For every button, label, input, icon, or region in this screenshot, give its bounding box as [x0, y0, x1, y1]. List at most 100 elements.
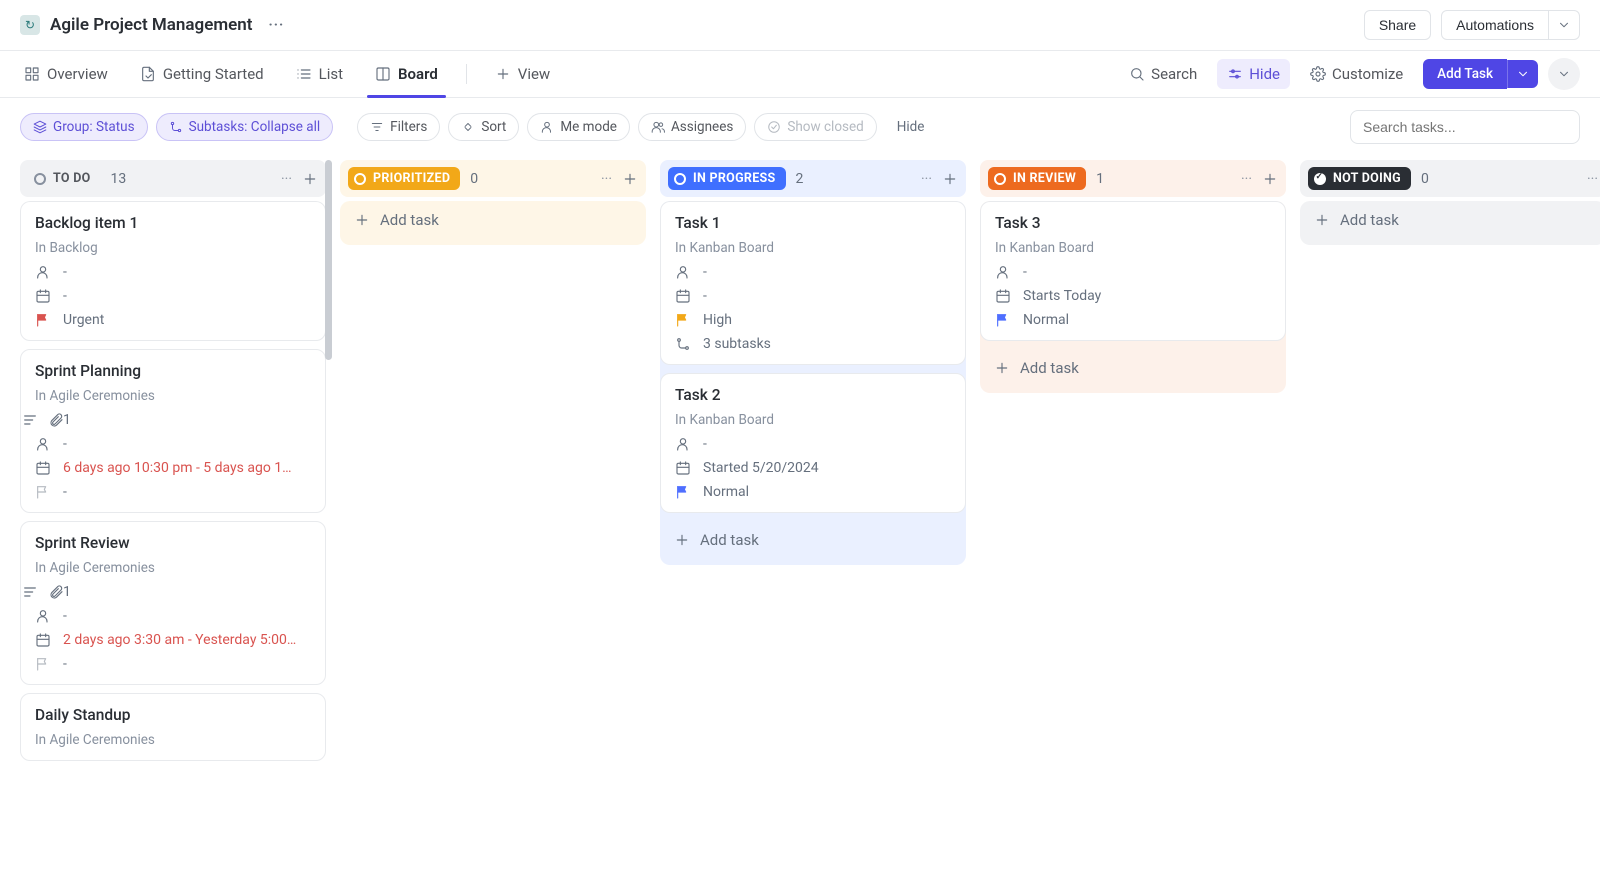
card-row-user: -: [35, 608, 311, 624]
column-more-icon[interactable]: ···: [1241, 171, 1252, 187]
card-row-flag: -: [35, 484, 311, 500]
card-title: Task 3: [995, 214, 1271, 232]
row-text: Starts Today: [1023, 288, 1101, 304]
column-header: TO DO13···: [20, 160, 326, 197]
column-add-icon[interactable]: [622, 171, 638, 187]
task-card[interactable]: Task 2In Kanban Board-Started 5/20/2024N…: [660, 373, 966, 513]
add-task-dropdown[interactable]: [1507, 60, 1538, 88]
share-button[interactable]: Share: [1364, 10, 1431, 40]
column-prio: PRIORITIZED0···Add task: [340, 160, 646, 864]
search-input[interactable]: [1350, 110, 1580, 144]
column-more-icon[interactable]: ···: [281, 171, 292, 187]
task-card[interactable]: Daily StandupIn Agile Ceremonies: [20, 693, 326, 761]
column-rev: IN REVIEW1···Task 3In Kanban Board-Start…: [980, 160, 1286, 864]
label: Customize: [1332, 65, 1403, 83]
board-icon: [375, 66, 391, 82]
hide-toggle[interactable]: Hide: [1217, 59, 1290, 89]
cal-icon: [995, 288, 1011, 304]
column-body: Task 1In Kanban Board--High3 subtasksTas…: [660, 201, 966, 565]
chip-show-closed[interactable]: Show closed: [754, 113, 876, 141]
column-add-icon[interactable]: [1262, 171, 1278, 187]
row-text: 2 days ago 3:30 am - Yesterday 5:00…: [63, 632, 296, 648]
chip-assignees[interactable]: Assignees: [638, 113, 746, 141]
label: Hide: [1249, 65, 1280, 83]
status-dot-icon: [354, 173, 366, 185]
automations-button[interactable]: Automations: [1441, 10, 1549, 40]
user-icon: [540, 120, 554, 134]
scrollbar-thumb[interactable]: [325, 160, 332, 360]
column-more-icon[interactable]: ···: [1587, 171, 1598, 187]
card-row-desc-attach: 1: [35, 412, 311, 428]
column-header: NOT DOING 0 ···: [1300, 160, 1600, 197]
column-more-icon[interactable]: ···: [921, 171, 932, 187]
chip-group[interactable]: Group: Status: [20, 113, 148, 141]
add-task-button[interactable]: Add Task: [1423, 59, 1507, 89]
chip-subtasks[interactable]: Subtasks: Collapse all: [156, 113, 334, 141]
header-more-icon[interactable]: ···: [263, 13, 291, 37]
chip-label: Hide: [897, 119, 925, 135]
automations-dropdown[interactable]: [1549, 10, 1580, 40]
add-task-inline[interactable]: Add task: [1300, 201, 1600, 239]
column-body: Add task: [1300, 201, 1600, 245]
status-pill[interactable]: IN PROGRESS: [668, 167, 786, 190]
row-text: -: [703, 288, 707, 304]
status-pill[interactable]: IN REVIEW: [988, 167, 1086, 190]
task-card[interactable]: Backlog item 1In Backlog--Urgent: [20, 201, 326, 341]
column-add-icon[interactable]: [942, 171, 958, 187]
chip-sort[interactable]: Sort: [448, 113, 519, 141]
column-count: 1: [1096, 171, 1104, 187]
desc-attach-icon: [35, 412, 51, 428]
chip-hide[interactable]: Hide: [885, 114, 937, 140]
chip-filters[interactable]: Filters: [357, 113, 440, 141]
row-text: 3 subtasks: [703, 336, 771, 352]
card-location: In Kanban Board: [675, 412, 951, 428]
row-text: -: [703, 436, 707, 452]
tab-add-view[interactable]: View: [491, 51, 554, 97]
add-task-inline[interactable]: Add task: [660, 521, 966, 559]
add-task-inline[interactable]: Add task: [340, 201, 646, 239]
tab-list[interactable]: List: [292, 51, 347, 97]
cal-icon: [675, 460, 691, 476]
chip-label: Me mode: [560, 119, 617, 135]
cal-icon: [35, 288, 51, 304]
tab-board[interactable]: Board: [371, 51, 442, 97]
search-button[interactable]: Search: [1119, 59, 1207, 89]
status-pill[interactable]: PRIORITIZED: [348, 167, 460, 190]
card-row-cal: -: [675, 288, 951, 304]
list-icon: [296, 66, 312, 82]
tab-overview[interactable]: Overview: [20, 51, 112, 97]
desc-attach-icon: [35, 584, 51, 600]
task-card[interactable]: Sprint ReviewIn Agile Ceremonies1-2 days…: [20, 521, 326, 685]
status-pill[interactable]: NOT DOING: [1308, 167, 1411, 190]
task-card[interactable]: Sprint PlanningIn Agile Ceremonies1-6 da…: [20, 349, 326, 513]
task-card[interactable]: Task 3In Kanban Board-Starts TodayNormal: [980, 201, 1286, 341]
card-row-cal: Started 5/20/2024: [675, 460, 951, 476]
status-name: IN PROGRESS: [693, 171, 776, 186]
column-count: 0: [1421, 171, 1429, 187]
chip-label: Group: Status: [53, 119, 135, 135]
card-location: In Agile Ceremonies: [35, 732, 311, 748]
column-more-icon[interactable]: ···: [601, 171, 612, 187]
add-task-inline[interactable]: Add task: [980, 349, 1286, 387]
chip-me-mode[interactable]: Me mode: [527, 113, 630, 141]
gear-icon: [1310, 66, 1326, 82]
card-location: In Backlog: [35, 240, 311, 256]
row-text: 1: [63, 584, 71, 600]
subtask-icon: [675, 336, 691, 352]
card-title: Task 1: [675, 214, 951, 232]
more-options-button[interactable]: [1548, 58, 1580, 90]
card-row-flag: Normal: [995, 312, 1271, 328]
column-add-icon[interactable]: [302, 171, 318, 187]
tab-getting-started[interactable]: Getting Started: [136, 51, 268, 97]
status-dot-icon: [1314, 173, 1326, 185]
status-pill[interactable]: TO DO: [28, 167, 101, 190]
card-row-flag: Normal: [675, 484, 951, 500]
chevron-down-icon: [1516, 67, 1530, 81]
customize-button[interactable]: Customize: [1300, 59, 1413, 89]
label: Add task: [1020, 359, 1079, 377]
card-row-cal: -: [35, 288, 311, 304]
page-title: Agile Project Management: [50, 15, 253, 35]
card-location: In Agile Ceremonies: [35, 388, 311, 404]
subtask-icon: [169, 120, 183, 134]
task-card[interactable]: Task 1In Kanban Board--High3 subtasks: [660, 201, 966, 365]
